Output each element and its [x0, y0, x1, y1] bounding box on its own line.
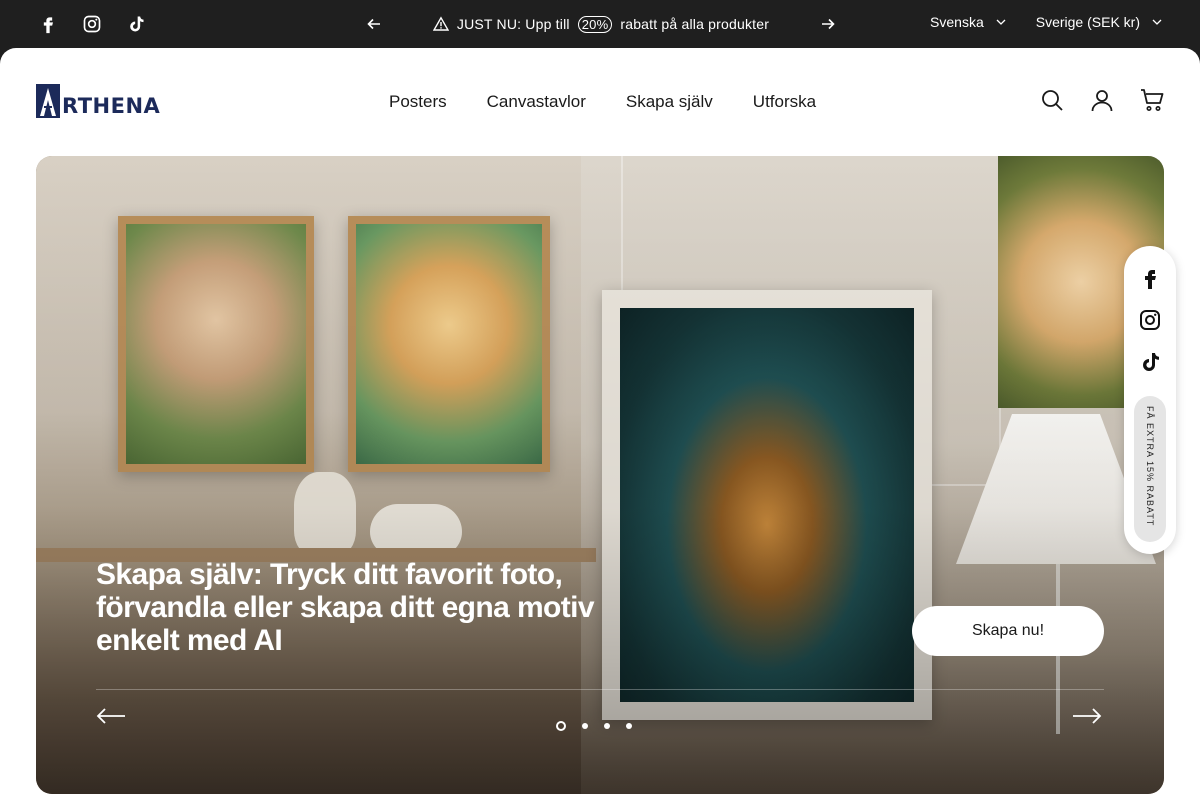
announcement-text-after: rabatt på alla produkter	[620, 16, 770, 32]
cart-icon[interactable]	[1140, 88, 1164, 112]
chevron-down-icon	[1152, 19, 1162, 25]
extra-discount-label: FÅ EXTRA 15% RABATT	[1145, 406, 1155, 527]
instagram-icon[interactable]	[80, 12, 104, 36]
tiktok-icon[interactable]	[1138, 350, 1162, 374]
main-nav: Posters Canvastavlor Skapa själv Utforsk…	[389, 92, 816, 112]
create-now-button[interactable]: Skapa nu!	[912, 606, 1104, 656]
announcement-carousel: JUST NU: Upp till 20% rabatt på alla pro…	[366, 12, 836, 36]
slide-pagination	[556, 721, 632, 731]
nav-item-canvastavlor[interactable]: Canvastavlor	[487, 92, 586, 112]
top-social-links	[36, 12, 148, 36]
nav-item-posters[interactable]: Posters	[389, 92, 447, 112]
hero-banner: Skapa själv: Tryck ditt favorit foto, fö…	[36, 156, 1164, 794]
logo-mark	[36, 84, 60, 118]
tiktok-icon[interactable]	[124, 12, 148, 36]
announcement-next-arrow-icon[interactable]	[820, 16, 836, 32]
hero-title: Skapa själv: Tryck ditt favorit foto, fö…	[96, 558, 595, 657]
warning-icon	[432, 16, 449, 31]
language-label: Svenska	[930, 14, 984, 30]
slide-dot-2[interactable]	[582, 723, 588, 729]
facebook-icon[interactable]	[36, 12, 60, 36]
language-selector[interactable]: Svenska	[930, 14, 1006, 30]
floating-social-bar: FÅ EXTRA 15% RABATT	[1124, 246, 1176, 554]
nav-item-utforska[interactable]: Utforska	[753, 92, 816, 112]
discount-percent-badge: 20%	[577, 15, 613, 33]
country-label: Sverige (SEK kr)	[1035, 14, 1140, 30]
hero-divider	[96, 689, 1104, 690]
search-icon[interactable]	[1040, 88, 1064, 112]
logo-wordmark: RTHENA	[62, 94, 161, 118]
slide-dot-1[interactable]	[556, 721, 566, 731]
nav-item-skapa-sjalv[interactable]: Skapa själv	[626, 92, 713, 112]
slide-dot-3[interactable]	[604, 723, 610, 729]
announcement-message[interactable]: JUST NU: Upp till 20% rabatt på alla pro…	[432, 15, 770, 33]
hero-overlay	[36, 156, 1164, 794]
instagram-icon[interactable]	[1138, 308, 1162, 332]
announcement-prev-arrow-icon[interactable]	[366, 16, 382, 32]
facebook-icon[interactable]	[1138, 266, 1162, 290]
brand-logo[interactable]: RTHENA	[36, 84, 160, 118]
chevron-down-icon	[996, 19, 1006, 25]
slide-dot-4[interactable]	[626, 723, 632, 729]
main-panel: RTHENA Posters Canvastavlor Skapa själv …	[0, 48, 1200, 800]
country-selector[interactable]: Sverige (SEK kr)	[1036, 14, 1162, 30]
announcement-bar: JUST NU: Upp till 20% rabatt på alla pro…	[0, 0, 1200, 48]
locale-selectors: Svenska Sverige (SEK kr)	[930, 14, 1162, 30]
hero-next-arrow-icon[interactable]	[1072, 704, 1102, 728]
hero-prev-arrow-icon[interactable]	[96, 704, 126, 728]
extra-discount-tab[interactable]: FÅ EXTRA 15% RABATT	[1134, 396, 1166, 542]
header-icons	[1040, 88, 1164, 112]
announcement-text: JUST NU: Upp till	[456, 16, 570, 32]
account-icon[interactable]	[1090, 88, 1114, 112]
